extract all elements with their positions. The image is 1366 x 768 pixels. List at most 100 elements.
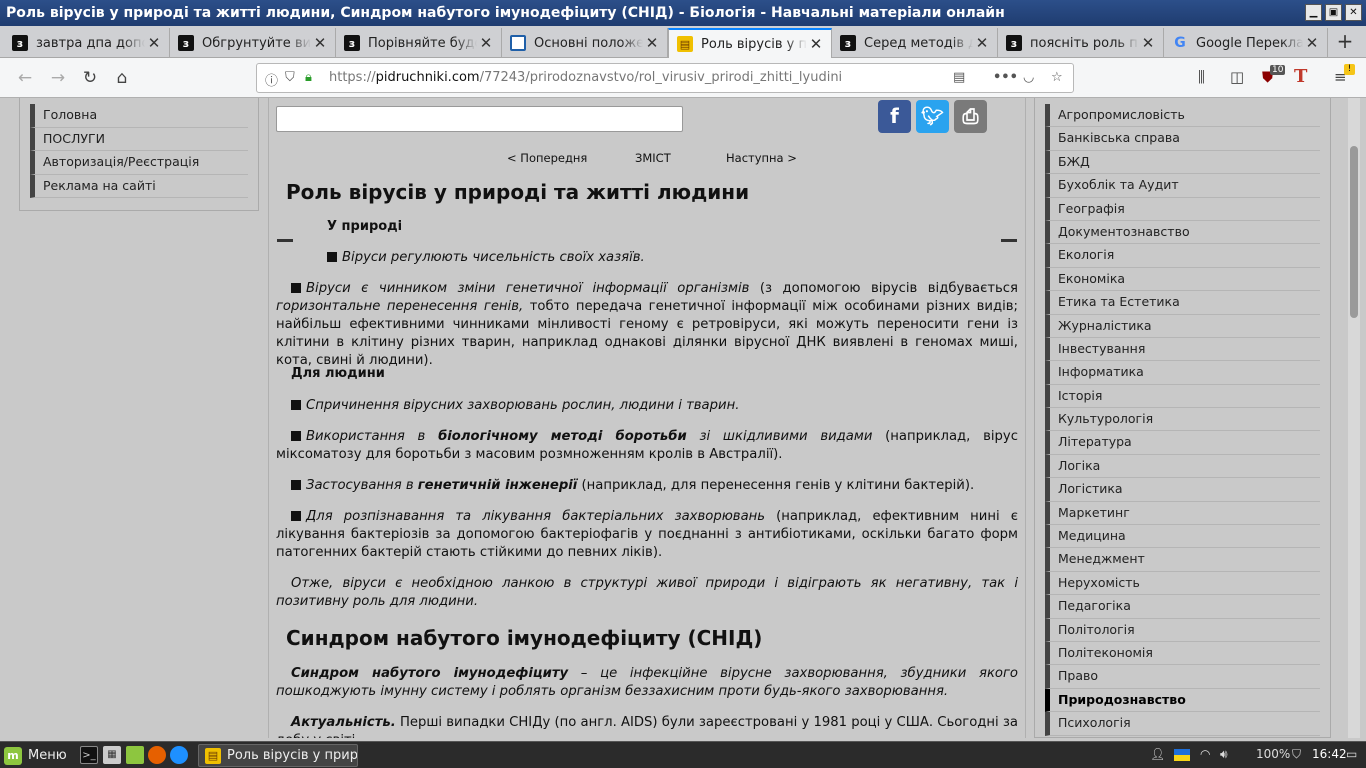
close-icon[interactable]: ✕ bbox=[643, 34, 661, 52]
left-menu-item[interactable]: Авторизація/Реєстрація bbox=[30, 151, 248, 175]
category-menu-item[interactable]: Економіка bbox=[1045, 267, 1320, 292]
category-menu-item[interactable]: Етика та Естетика bbox=[1045, 291, 1320, 315]
toc-link[interactable]: ЗМІСТ bbox=[635, 151, 671, 165]
close-icon[interactable]: ✕ bbox=[807, 35, 825, 53]
volume-icon[interactable]: 🔊︎ bbox=[1220, 747, 1228, 762]
paragraph-text: Актуальність. bbox=[291, 715, 396, 730]
show-desktop-icon[interactable]: ▭ bbox=[1346, 747, 1357, 761]
terminal-icon[interactable]: >_ bbox=[80, 746, 98, 764]
translate-extension-icon[interactable]: T bbox=[1294, 66, 1307, 87]
files-icon[interactable] bbox=[126, 746, 144, 764]
category-menu-item[interactable]: Журналістика bbox=[1045, 314, 1320, 338]
close-icon[interactable]: ✕ bbox=[145, 34, 163, 52]
left-menu-item[interactable]: Реклама на сайті bbox=[30, 174, 248, 198]
paragraph: Використання в біологічному методі борот… bbox=[276, 428, 1018, 464]
tab-active[interactable]: ▤ Роль вірусів у прир ✕ bbox=[668, 28, 832, 58]
category-menu-item[interactable]: Банківська справа bbox=[1045, 127, 1320, 151]
library-icon[interactable]: ⫼ bbox=[1198, 68, 1205, 86]
page-actions-icon[interactable]: ••• bbox=[993, 70, 1018, 85]
category-menu-item[interactable]: Література bbox=[1045, 431, 1320, 455]
maximize-button[interactable]: ▣ bbox=[1325, 4, 1342, 21]
category-menu-item[interactable]: Педагогіка bbox=[1045, 595, 1320, 619]
thunderbird-icon[interactable] bbox=[170, 746, 188, 764]
category-menu-item[interactable]: Історія bbox=[1045, 384, 1320, 409]
category-menu-item[interactable]: Логістика bbox=[1045, 478, 1320, 502]
paragraph: Отже, віруси є необхідною ланкою в струк… bbox=[276, 575, 1018, 611]
category-menu-item[interactable]: Природознавство bbox=[1045, 688, 1320, 713]
page-scrollbar[interactable] bbox=[1348, 98, 1360, 738]
tab[interactable]: з завтра дпа допомогі ✕ bbox=[4, 28, 170, 58]
info-icon[interactable]: ⓘ bbox=[265, 70, 278, 89]
category-menu-item[interactable]: Інвестування bbox=[1045, 337, 1320, 362]
paragraph-text: генетичній інженерії bbox=[417, 478, 578, 493]
taskbar-window-item[interactable]: ▤ Роль вірусів у приро... bbox=[198, 744, 358, 767]
category-menu-item[interactable]: Документознавство bbox=[1045, 220, 1320, 245]
start-menu-button[interactable]: m Меню bbox=[4, 745, 67, 766]
print-icon[interactable]: ⎙ bbox=[954, 100, 987, 133]
prev-page-link[interactable]: < Попередня bbox=[507, 151, 587, 165]
minimize-button[interactable]: ▁ bbox=[1305, 4, 1322, 21]
sidebar-icon[interactable]: ◫ bbox=[1230, 68, 1244, 86]
shield-tray-icon[interactable]: ⛉ bbox=[1292, 747, 1301, 762]
close-icon[interactable]: ✕ bbox=[1139, 34, 1157, 52]
z-icon: з bbox=[12, 35, 28, 51]
wifi-icon[interactable]: ◠ bbox=[1200, 747, 1210, 761]
category-menu-item[interactable]: Політекономія bbox=[1045, 641, 1320, 666]
facebook-icon[interactable]: f bbox=[878, 100, 911, 133]
category-menu-item[interactable]: Маркетинг bbox=[1045, 501, 1320, 526]
bookmark-star-icon[interactable]: ☆ bbox=[1051, 70, 1063, 85]
category-menu-item[interactable]: Бухоблік та Аудит bbox=[1045, 174, 1320, 198]
back-icon[interactable]: ← bbox=[12, 65, 38, 91]
close-icon[interactable]: ✕ bbox=[1303, 34, 1321, 52]
web-content: Головна ПОСЛУГИ Авторизація/Реєстрація Р… bbox=[0, 98, 1366, 738]
paragraph-text: Для розпізнавання та лікування бактеріал… bbox=[306, 509, 766, 524]
home-icon[interactable]: ⌂ bbox=[109, 65, 135, 91]
tab[interactable]: Основні положення ✕ bbox=[502, 28, 668, 58]
keyboard-layout-flag-icon[interactable] bbox=[1174, 749, 1190, 761]
category-menu-item[interactable]: Психологія bbox=[1045, 712, 1320, 736]
category-menu-item[interactable]: Екологія bbox=[1045, 244, 1320, 268]
category-menu-item[interactable]: БЖД bbox=[1045, 150, 1320, 175]
reader-view-icon[interactable]: ▤ bbox=[953, 70, 965, 85]
section-heading: Для людини bbox=[291, 366, 385, 381]
url-text[interactable]: https://pidruchniki.com/77243/prirodozna… bbox=[329, 70, 842, 85]
calculator-icon[interactable]: ▦ bbox=[103, 746, 121, 764]
close-icon[interactable]: ✕ bbox=[973, 34, 991, 52]
category-menu-item[interactable]: Право bbox=[1045, 665, 1320, 689]
firefox-icon[interactable] bbox=[148, 746, 166, 764]
site-search-input[interactable] bbox=[276, 106, 683, 132]
url-bar[interactable]: ⓘ ⛉ 🔒︎ https://pidruchniki.com/77243/pri… bbox=[256, 63, 1074, 93]
tab[interactable]: з Обгрунтуйте визн ✕ bbox=[170, 28, 336, 58]
category-menu-item[interactable]: Агропромисловість bbox=[1045, 104, 1320, 128]
tab[interactable]: з Серед методів док ✕ bbox=[832, 28, 998, 58]
scrollbar-thumb[interactable] bbox=[1350, 146, 1358, 318]
reload-icon[interactable]: ↻ bbox=[77, 65, 103, 91]
bullet-square-icon bbox=[291, 400, 301, 410]
category-menu-item[interactable]: Політологія bbox=[1045, 618, 1320, 642]
pocket-icon[interactable]: ◡ bbox=[1023, 70, 1034, 85]
tab[interactable]: з Порівняйте будов ✕ bbox=[336, 28, 502, 58]
shield-icon[interactable]: ⛉ bbox=[285, 70, 295, 85]
category-menu-item[interactable]: Медицина bbox=[1045, 525, 1320, 549]
category-menu-item[interactable]: Інформатика bbox=[1045, 361, 1320, 385]
user-icon[interactable]: 👤︎ bbox=[1150, 747, 1165, 761]
category-menu-item[interactable]: Менеджмент bbox=[1045, 548, 1320, 572]
tab-label: завтра дпа допомогі bbox=[36, 35, 145, 51]
tab[interactable]: G Google Перекладач ✕ bbox=[1164, 28, 1328, 58]
category-menu-item[interactable]: Географія bbox=[1045, 197, 1320, 221]
forward-icon[interactable]: → bbox=[45, 65, 71, 91]
tab-label: Роль вірусів у прир bbox=[701, 36, 807, 52]
close-window-button[interactable]: ✕ bbox=[1345, 4, 1362, 21]
paragraph-text: зі шкідливими видами bbox=[686, 429, 873, 444]
category-menu-item[interactable]: Логіка bbox=[1045, 454, 1320, 479]
new-tab-button[interactable]: + bbox=[1330, 28, 1360, 56]
left-menu-item[interactable]: ПОСЛУГИ bbox=[30, 127, 248, 151]
category-menu-item[interactable]: Нерухомість bbox=[1045, 571, 1320, 596]
close-icon[interactable]: ✕ bbox=[311, 34, 329, 52]
twitter-icon[interactable]: 🐦︎ bbox=[916, 100, 949, 133]
left-menu-item[interactable]: Головна bbox=[30, 104, 248, 128]
tab[interactable]: з поясніть роль прир ✕ bbox=[998, 28, 1164, 58]
next-page-link[interactable]: Наступна > bbox=[726, 151, 797, 165]
category-menu-item[interactable]: Культурологія bbox=[1045, 408, 1320, 432]
close-icon[interactable]: ✕ bbox=[477, 34, 495, 52]
